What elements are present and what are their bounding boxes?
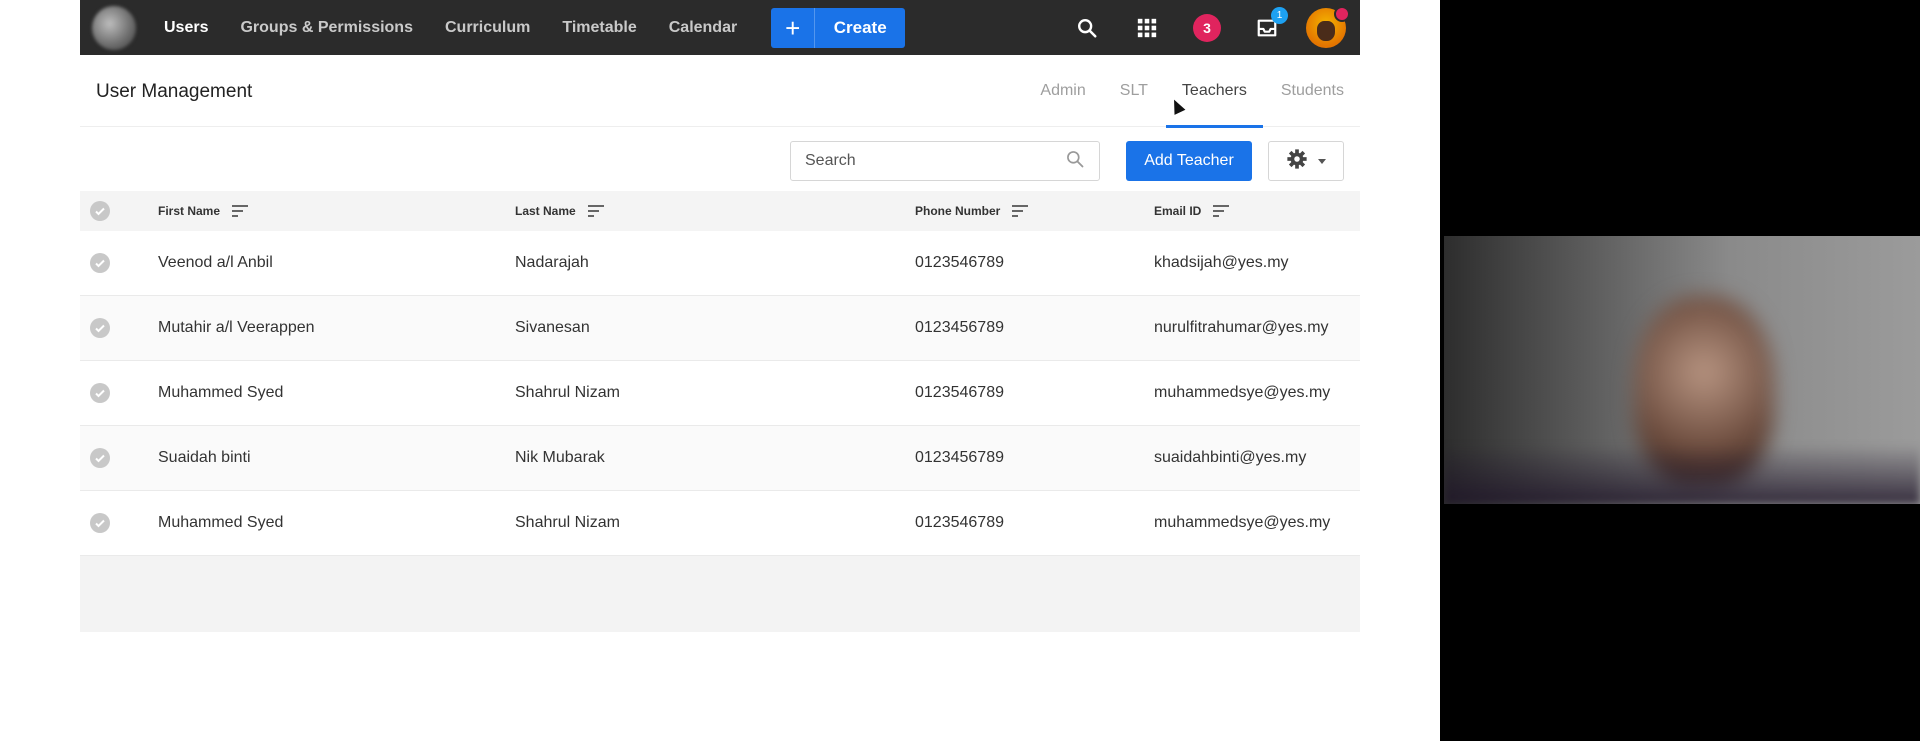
screen: Users Groups & Permissions Curriculum Ti… [0,0,1920,741]
video-overlay [1444,444,1920,504]
cell-last-name: Sivanesan [515,319,590,336]
row-checkbox[interactable] [90,253,110,273]
nav-curriculum[interactable]: Curriculum [445,19,530,37]
cell-email: khadsijah@yes.my [1154,254,1289,271]
cell-phone-number: 0123456789 [915,319,1004,336]
avatar[interactable] [1306,5,1350,48]
cell-first-name: Suaidah binti [158,449,251,466]
teachers-table: First Name Last Name Phone Number Email … [80,191,1360,632]
cell-first-name: Muhammed Syed [158,384,284,401]
cell-first-name: Veenod a/l Anbil [158,254,273,271]
header-email-id[interactable]: Email ID [1154,204,1230,219]
search-icon[interactable] [1065,149,1085,174]
avatar-face [1317,20,1335,41]
header-phone-number[interactable]: Phone Number [915,204,1029,219]
table-body: Veenod a/l Anbil Nadarajah 0123546789 kh… [80,231,1360,556]
create-label: Create [833,17,887,37]
sort-icon[interactable] [1012,204,1029,219]
nav-users[interactable]: Users [164,19,208,37]
table-row[interactable]: Suaidah binti Nik Mubarak 0123456789 sua… [80,426,1360,491]
table-row[interactable]: Veenod a/l Anbil Nadarajah 0123546789 kh… [80,231,1360,296]
cell-email: suaidahbinti@yes.my [1154,449,1307,466]
create-button[interactable]: + Create [771,7,906,48]
header-label: Email ID [1154,204,1202,218]
select-all-checkbox[interactable] [90,201,110,221]
participant-video-thumbnail[interactable] [1444,236,1920,504]
app-window: Users Groups & Permissions Curriculum Ti… [0,0,1440,741]
plus-icon: + [771,7,816,48]
nav-links: Users Groups & Permissions Curriculum Ti… [164,0,769,55]
table-toolbar: Add Teacher [80,127,1360,191]
table-row[interactable]: Muhammed Syed Shahrul Nizam 0123546789 m… [80,491,1360,556]
inbox-icon[interactable]: 1 [1252,6,1288,43]
nav-calendar[interactable]: Calendar [669,19,737,37]
table-row[interactable]: Muhammed Syed Shahrul Nizam 0123546789 m… [80,361,1360,426]
notification-count-badge: 3 [1193,13,1221,42]
sort-icon[interactable] [232,204,249,219]
inbox-count-badge: 1 [1271,6,1288,24]
check-icon [90,253,110,273]
cell-phone-number: 0123456789 [915,449,1004,466]
table-header-row: First Name Last Name Phone Number Email … [80,191,1360,231]
table-row[interactable]: Mutahir a/l Veerappen Sivanesan 01234567… [80,296,1360,361]
check-icon [90,383,110,403]
nav-right-actions: 3 1 [1042,0,1350,55]
sort-icon[interactable] [1213,204,1230,219]
tab-teachers[interactable]: Teachers [1165,55,1263,128]
table-footer [80,556,1360,632]
check-icon [90,201,110,221]
page-title: User Management [96,81,253,102]
search-input[interactable] [805,152,1065,170]
cell-first-name: Mutahir a/l Veerappen [158,319,315,336]
cell-last-name: Shahrul Nizam [515,514,620,531]
settings-dropdown-button[interactable] [1268,141,1344,181]
row-checkbox[interactable] [90,448,110,468]
avatar-status-icon [1334,5,1350,22]
header-label: Phone Number [915,204,1001,218]
header-last-name[interactable]: Last Name [515,204,604,219]
search-icon[interactable] [1072,13,1102,43]
apps-grid-icon[interactable] [1132,13,1162,43]
tab-slt[interactable]: SLT [1104,55,1164,127]
chevron-down-icon [1318,158,1326,164]
tab-students[interactable]: Students [1265,55,1360,127]
header-label: First Name [158,204,221,218]
cell-email: nurulfitrahumar@yes.my [1154,319,1329,336]
row-checkbox[interactable] [90,383,110,403]
cell-phone-number: 0123546789 [915,384,1004,401]
sort-icon[interactable] [587,204,604,219]
cell-last-name: Nadarajah [515,254,589,271]
row-checkbox[interactable] [90,513,110,533]
nav-groups-permissions[interactable]: Groups & Permissions [240,19,413,37]
gear-icon [1286,148,1308,175]
check-icon [90,318,110,338]
cell-phone-number: 0123546789 [915,254,1004,271]
top-navbar: Users Groups & Permissions Curriculum Ti… [80,0,1360,55]
header-first-name[interactable]: First Name [158,204,249,219]
notifications-button[interactable]: 3 [1192,13,1222,43]
cell-last-name: Shahrul Nizam [515,384,620,401]
user-type-tabs: Admin SLT Teachers Students [1022,55,1360,128]
search-box [790,141,1100,181]
cell-phone-number: 0123546789 [915,514,1004,531]
row-checkbox[interactable] [90,318,110,338]
tab-admin[interactable]: Admin [1024,55,1101,127]
cell-email: muhammedsye@yes.my [1154,384,1331,401]
logo[interactable] [92,5,136,50]
page-header: User Management Admin SLT Teachers Stude… [80,55,1360,128]
cell-email: muhammedsye@yes.my [1154,514,1331,531]
header-label: Last Name [515,204,576,218]
cell-last-name: Nik Mubarak [515,449,605,466]
nav-timetable[interactable]: Timetable [562,19,636,37]
check-icon [90,448,110,468]
cell-first-name: Muhammed Syed [158,514,284,531]
check-icon [90,513,110,533]
add-teacher-button[interactable]: Add Teacher [1126,141,1252,181]
